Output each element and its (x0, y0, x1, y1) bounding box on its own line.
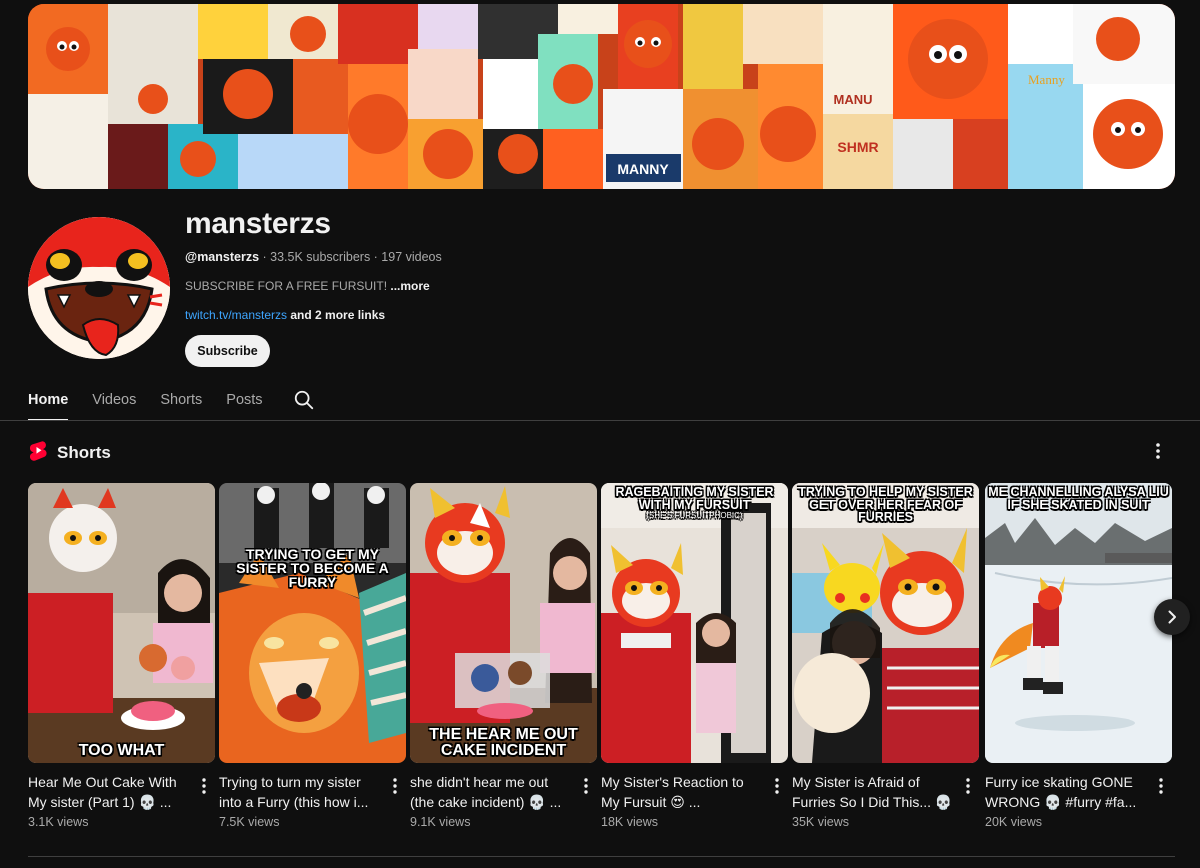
chevron-right-icon (1168, 610, 1176, 624)
more-links[interactable]: and 2 more links (287, 308, 385, 322)
thumbnail-caption: TRYING TO HELP MY SISTER GET OVER HER FE… (798, 485, 973, 524)
description-text: SUBSCRIBE FOR A FREE FURSUIT! (185, 279, 388, 293)
section-divider (28, 856, 1175, 857)
thumbnail-subcaption: (she's fursuitphobic) (646, 511, 743, 520)
thumbnail-image (792, 483, 979, 763)
short-views: 35K views (792, 815, 849, 829)
channel-meta: @mansterzs · 33.5K subscribers · 197 vid… (185, 250, 442, 264)
subscribe-button[interactable]: Subscribe (185, 335, 270, 367)
short-views: 20K views (985, 815, 1042, 829)
shorts-logo-icon (29, 440, 47, 466)
short-views: 3.1K views (28, 815, 89, 829)
short-thumbnail[interactable]: ME CHANNELLING ALYSA LIU IF SHE SKATED I… (985, 483, 1172, 763)
shorts-section-title: Shorts (57, 443, 111, 462)
thumbnail-caption: THE HEAR ME OUT CAKE INCIDENT (429, 726, 578, 759)
tab-videos[interactable]: Videos (92, 386, 136, 421)
channel-avatar[interactable] (28, 217, 170, 359)
thumbnail-caption: TOO WHAT (78, 742, 165, 759)
thumbnail-image (219, 483, 406, 763)
short-thumbnail[interactable]: TRYING TO HELP MY SISTER GET OVER HER FE… (792, 483, 979, 763)
thumbnail-caption: RAGEBAITING MY SISTER WITH MY FURSUIT (615, 485, 774, 512)
short-thumbnail[interactable]: TOO WHAT (28, 483, 215, 763)
short-card[interactable]: ME CHANNELLING ALYSA LIU IF SHE SKATED I… (985, 483, 1172, 829)
short-title[interactable]: Trying to turn my sister into a Furry (t… (219, 772, 381, 812)
short-title[interactable]: My Sister's Reaction to My Fursuit 😍 ... (601, 772, 763, 812)
search-icon[interactable] (293, 389, 315, 411)
short-card[interactable]: TRYING TO GET MY SISTER TO BECOME A FURR… (219, 483, 406, 829)
thumbnail-image (601, 483, 788, 763)
channel-handle: @mansterzs (185, 250, 260, 264)
svg-text:Manny: Manny (1028, 72, 1065, 87)
short-title[interactable]: My Sister is Afraid of Furries So I Did … (792, 772, 954, 812)
short-card[interactable]: RAGEBAITING MY SISTER WITH MY FURSUIT (s… (601, 483, 788, 829)
short-thumbnail[interactable]: TRYING TO GET MY SISTER TO BECOME A FURR… (219, 483, 406, 763)
short-views: 18K views (601, 815, 658, 829)
thumbnail-image (985, 483, 1172, 763)
more-vert-icon[interactable] (578, 777, 594, 795)
tab-home[interactable]: Home (28, 386, 69, 421)
more-vert-icon[interactable] (1153, 777, 1169, 795)
channel-name: mansterzs (185, 207, 331, 240)
short-card[interactable]: TRYING TO HELP MY SISTER GET OVER HER FE… (792, 483, 979, 829)
svg-text:MANNY: MANNY (617, 161, 669, 177)
short-title[interactable]: Furry ice skating GONE WRONG 💀 #furry #f… (985, 772, 1147, 812)
short-views: 7.5K views (219, 815, 280, 829)
channel-description[interactable]: SUBSCRIBE FOR A FREE FURSUIT! ...more (185, 279, 430, 293)
next-button[interactable] (1154, 599, 1190, 635)
more-vert-icon[interactable] (196, 777, 212, 795)
tab-posts[interactable]: Posts (226, 386, 262, 421)
thumbnail-image (410, 483, 597, 763)
channel-links[interactable]: twitch.tv/mansterzs and 2 more links (185, 308, 385, 322)
channel-banner: MANNY MANU Manny SHMR (28, 4, 1175, 189)
banner-collage: MANNY MANU Manny SHMR (28, 4, 1175, 189)
short-views: 9.1K views (410, 815, 471, 829)
short-card[interactable]: TOO WHAT Hear Me Out Cake With My sister… (28, 483, 215, 829)
avatar-fox-icon (28, 217, 170, 359)
short-card[interactable]: THE HEAR ME OUT CAKE INCIDENT she didn't… (410, 483, 597, 829)
tabs-divider (0, 420, 1200, 421)
thumbnail-image (28, 483, 215, 763)
more-vert-icon[interactable] (387, 777, 403, 795)
short-thumbnail[interactable]: THE HEAR ME OUT CAKE INCIDENT (410, 483, 597, 763)
svg-text:SHMR: SHMR (837, 139, 878, 155)
channel-stats: · 33.5K subscribers · 197 videos (259, 250, 442, 264)
thumbnail-caption: TRYING TO GET MY SISTER TO BECOME A FURR… (236, 546, 389, 590)
short-title[interactable]: she didn't hear me out (the cake inciden… (410, 772, 572, 812)
twitch-link[interactable]: twitch.tv/mansterzs (185, 308, 287, 322)
more-vert-icon[interactable] (960, 777, 976, 795)
more-vert-icon[interactable] (1148, 441, 1168, 461)
thumbnail-caption: ME CHANNELLING ALYSA LIU IF SHE SKATED I… (988, 485, 1169, 512)
svg-text:MANU: MANU (834, 92, 873, 107)
short-thumbnail[interactable]: RAGEBAITING MY SISTER WITH MY FURSUIT (s… (601, 483, 788, 763)
channel-tabs: Home Videos Shorts Posts (28, 386, 287, 421)
more-vert-icon[interactable] (769, 777, 785, 795)
tab-shorts[interactable]: Shorts (160, 386, 202, 421)
more-link[interactable]: ...more (387, 279, 429, 293)
short-title[interactable]: Hear Me Out Cake With My sister (Part 1)… (28, 772, 190, 812)
shorts-section-header: Shorts (29, 440, 111, 466)
